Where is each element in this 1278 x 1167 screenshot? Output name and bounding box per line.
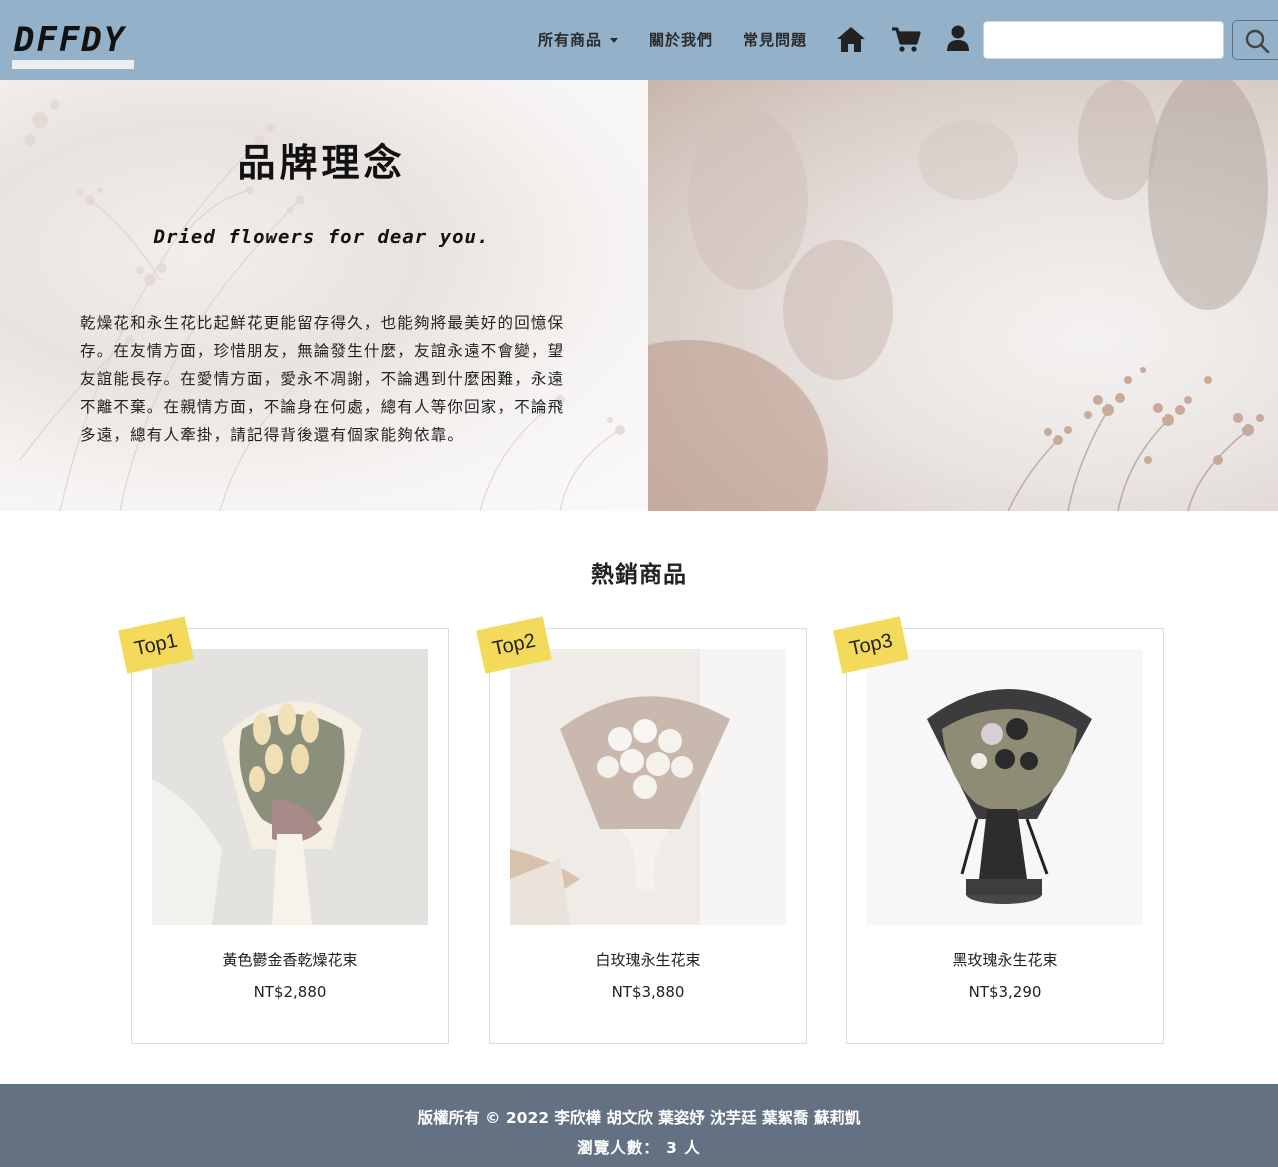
- footer-copyright: 版權所有 © 2022 李欣樺 胡文欣 葉姿妤 沈芋廷 葉絮喬 蘇莉凱: [417, 1109, 861, 1127]
- black-rose-bouquet-image: [867, 649, 1143, 925]
- yellow-tulip-bouquet-image: [152, 649, 428, 925]
- nav-faq[interactable]: 常見問題: [743, 29, 807, 50]
- product-price-3: NT$3,290: [968, 983, 1042, 1001]
- nav-all-products-dropdown[interactable]: 所有商品: [538, 29, 619, 50]
- white-rose-bouquet-image: [510, 649, 786, 925]
- navbar: DFFDY 所有商品 關於我們 常見問題: [0, 0, 1278, 80]
- visitor-counter: 瀏覽人數： 3 人: [577, 1139, 701, 1157]
- caret-down-icon: [610, 38, 619, 43]
- search-icon: [1245, 29, 1270, 53]
- hero-image-dried-flowers: [648, 80, 1278, 511]
- product-price-2: NT$3,880: [611, 983, 685, 1001]
- search-input[interactable]: [983, 21, 1224, 59]
- search-button[interactable]: [1232, 20, 1278, 60]
- user-icon[interactable]: [942, 24, 974, 54]
- product-image-3[interactable]: [867, 649, 1143, 925]
- nav-all-products-label: 所有商品: [538, 31, 603, 49]
- product-image-1[interactable]: [152, 649, 428, 925]
- product-name-1[interactable]: 黃色鬱金香乾燥花束: [132, 949, 448, 970]
- cart-icon[interactable]: [890, 24, 922, 54]
- logo-underline: [12, 60, 134, 69]
- brand-logo[interactable]: DFFDY: [14, 20, 126, 60]
- hero-subtitle: Dried flowers for dear you.: [153, 226, 490, 248]
- product-price-1: NT$2,880: [253, 983, 327, 1001]
- home-icon[interactable]: [835, 24, 867, 54]
- best-sellers-title: 熱銷商品: [591, 562, 687, 588]
- hero-description: 乾燥花和永生花比起鮮花更能留存得久，也能夠將最美好的回憶保存。在友情方面，珍惜朋…: [80, 314, 565, 444]
- product-name-3[interactable]: 黑玫瑰永生花束: [847, 949, 1163, 970]
- nav-about-us[interactable]: 關於我們: [649, 29, 713, 50]
- product-card-2[interactable]: Top2 白玫瑰永生花束 NT$3,880: [476, 616, 807, 1044]
- product-card-3[interactable]: Top3 黑玫瑰永生花束 NT$3,290: [833, 616, 1164, 1044]
- product-card-1[interactable]: Top1 黃色鬱金香乾燥花束 NT$2,880: [118, 616, 449, 1044]
- product-name-2[interactable]: 白玫瑰永生花束: [490, 949, 806, 970]
- dried-flowers-photo: [648, 80, 1268, 511]
- footer: 版權所有 © 2022 李欣樺 胡文欣 葉姿妤 沈芋廷 葉絮喬 蘇莉凱 瀏覽人數…: [0, 1084, 1278, 1167]
- product-image-2[interactable]: [510, 649, 786, 925]
- hero-title: 品牌理念: [237, 141, 406, 185]
